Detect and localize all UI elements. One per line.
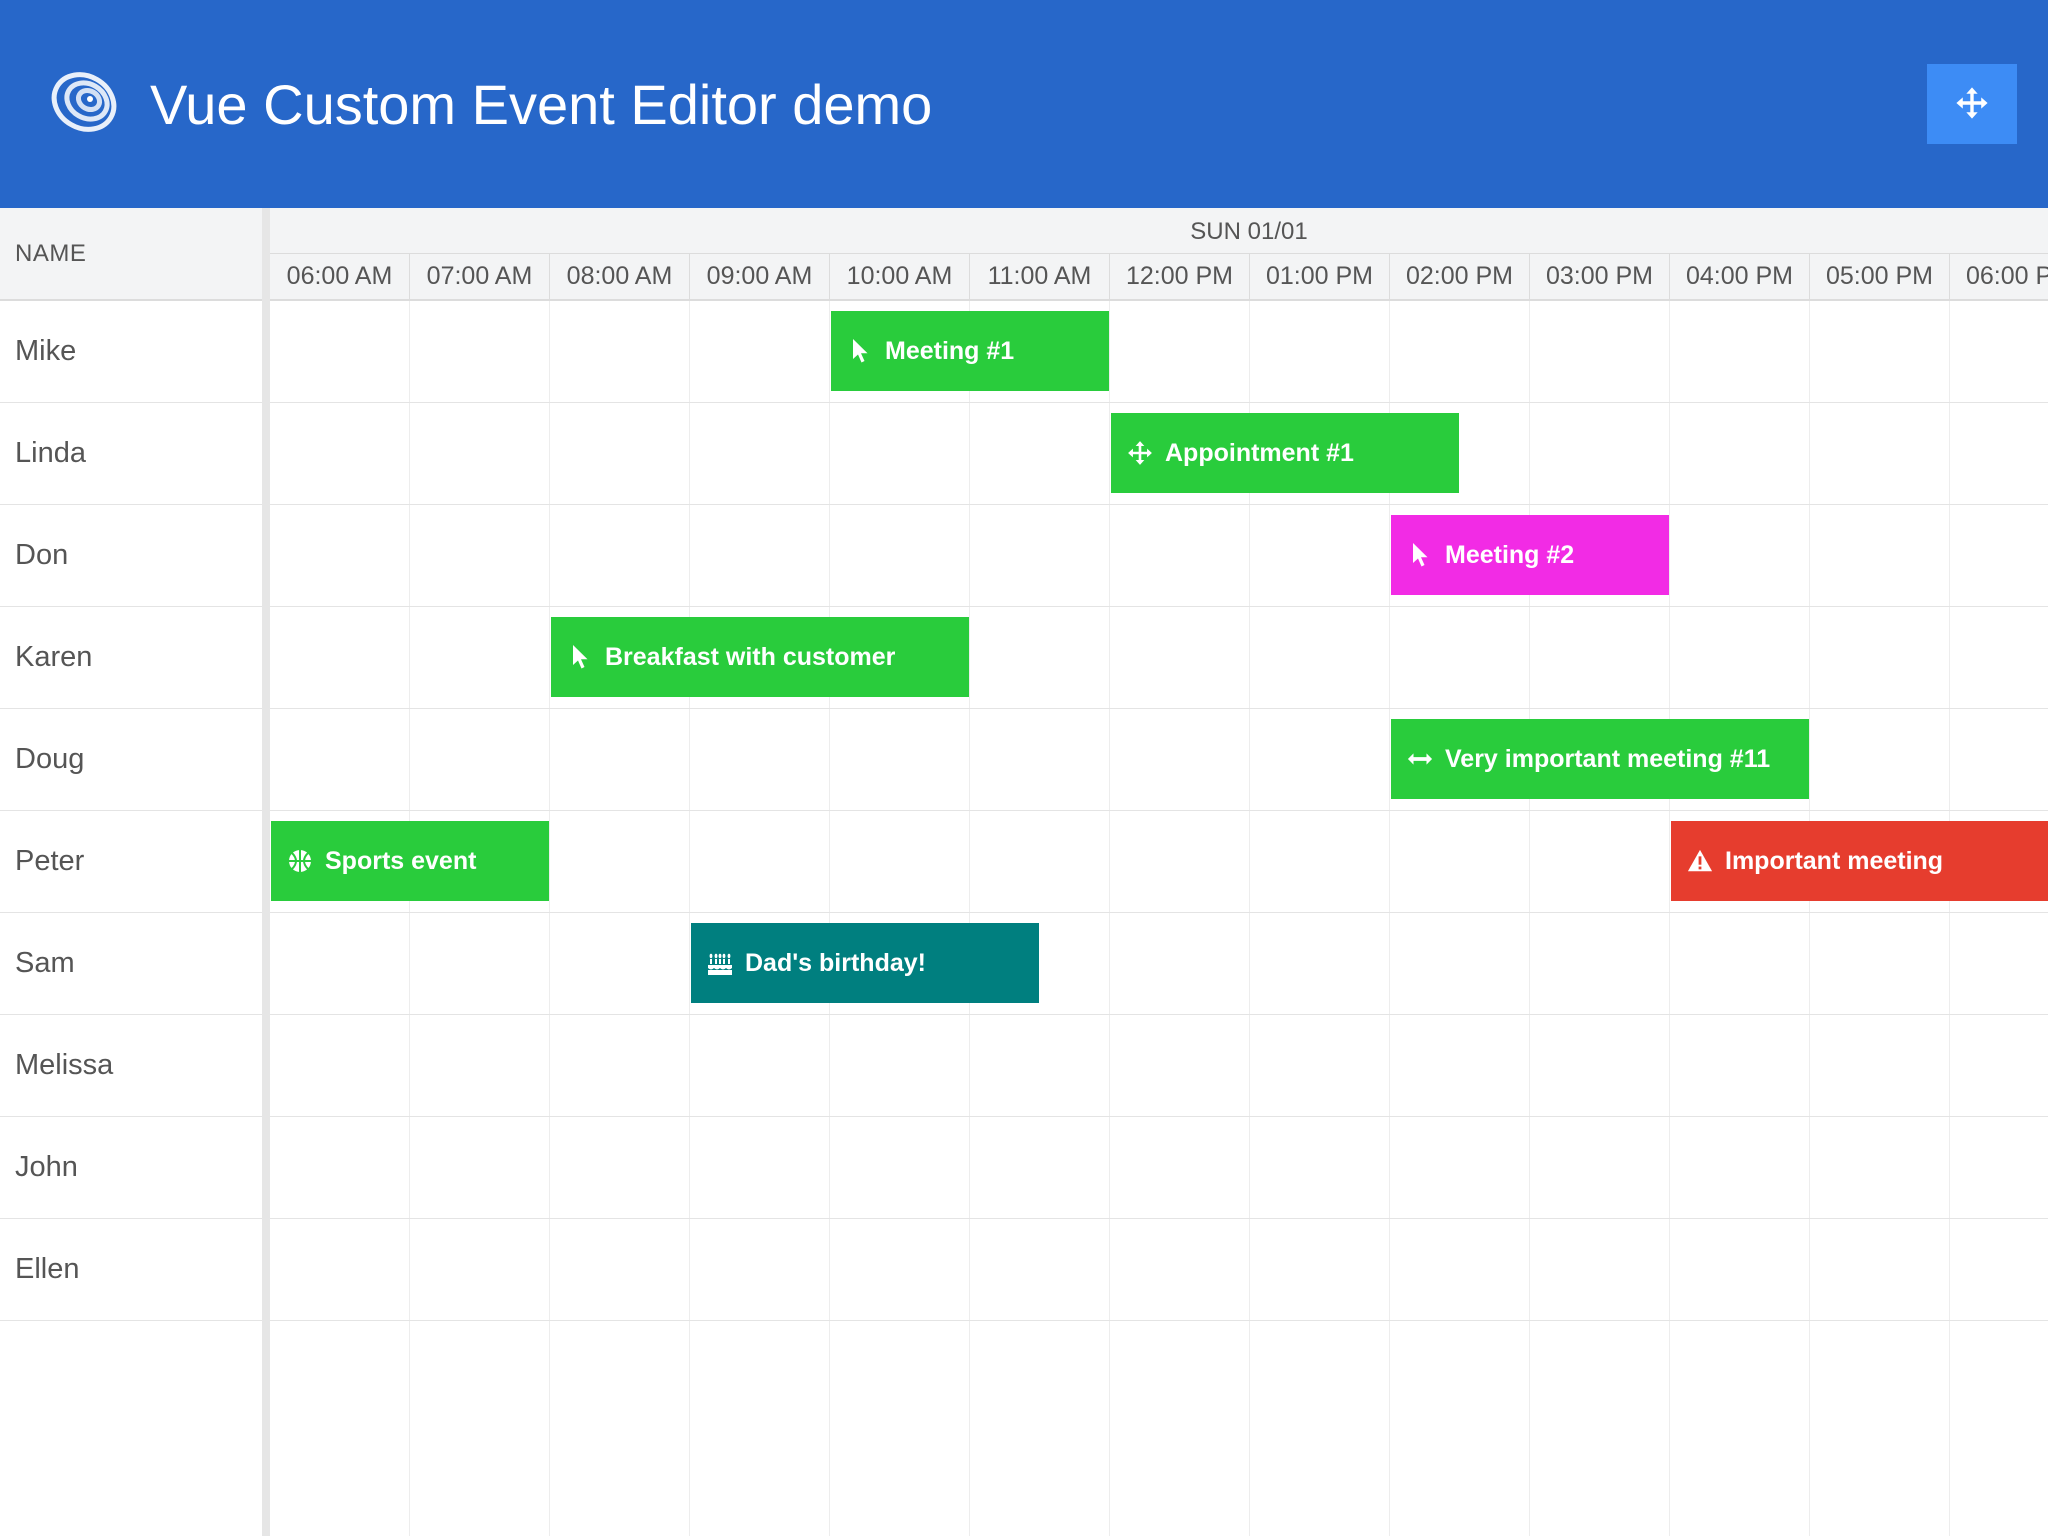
event-appointment-1[interactable]: Appointment #1 xyxy=(1111,413,1459,493)
scheduler: NAME Mike Linda Don Karen Doug Peter Sam Meliss… xyxy=(0,208,2048,1536)
basketball-icon xyxy=(287,848,313,874)
move-button[interactable] xyxy=(1927,64,2017,144)
hour-header-cell: 02:00 PM xyxy=(1390,254,1530,299)
grid-row-line xyxy=(270,810,2048,811)
timeline: SUN 01/01 06:00 AM 07:00 AM 08:00 AM 09:00 … xyxy=(270,208,2048,1536)
grid-column-line xyxy=(689,301,690,1536)
hour-header-cell: 07:00 AM xyxy=(410,254,550,299)
hour-header-cell: 08:00 AM xyxy=(550,254,690,299)
date-header: SUN 01/01 xyxy=(270,208,2048,254)
grid-row-line xyxy=(270,708,2048,709)
pointer-icon xyxy=(567,644,593,670)
grid-column-line xyxy=(1109,301,1110,1536)
event-meeting-1[interactable]: Meeting #1 xyxy=(831,311,1109,391)
resource-name: Ellen xyxy=(15,1253,80,1285)
grid-column-line xyxy=(969,301,970,1536)
move-icon xyxy=(1127,440,1153,466)
grid-row-line xyxy=(270,606,2048,607)
column-splitter[interactable] xyxy=(262,208,270,1536)
event-breakfast-with-customer[interactable]: Breakfast with customer xyxy=(551,617,969,697)
event-meeting-2[interactable]: Meeting #2 xyxy=(1391,515,1669,595)
move-icon xyxy=(1955,86,1989,123)
resource-row-john[interactable]: John xyxy=(0,1117,262,1219)
grid-row-line xyxy=(270,1014,2048,1015)
resource-name: John xyxy=(15,1151,78,1183)
birthday-cake-icon xyxy=(707,950,733,976)
resource-row-melissa[interactable]: Melissa xyxy=(0,1015,262,1117)
hour-header-cell: 04:00 PM xyxy=(1670,254,1810,299)
resource-name: Doug xyxy=(15,743,85,775)
resource-name: Melissa xyxy=(15,1049,114,1081)
resource-name: Sam xyxy=(15,947,75,979)
grid-column-line xyxy=(1529,301,1530,1536)
resource-row-mike[interactable]: Mike xyxy=(0,301,262,403)
resource-row-don[interactable]: Don xyxy=(0,505,262,607)
event-label: Very important meeting #11 xyxy=(1445,744,1771,773)
date-label: SUN 01/01 xyxy=(1190,218,1308,245)
resource-column: NAME Mike Linda Don Karen Doug Peter Sam Meliss… xyxy=(0,208,262,1536)
warning-icon xyxy=(1687,848,1713,874)
grid-column-line xyxy=(1669,301,1670,1536)
app-title: Vue Custom Event Editor demo xyxy=(150,73,933,136)
grid-column-line xyxy=(409,301,410,1536)
grid-column-line xyxy=(549,301,550,1536)
event-label: Important meeting xyxy=(1725,846,1944,875)
event-label: Dad's birthday! xyxy=(745,948,926,977)
grid-row-line xyxy=(270,1218,2048,1219)
resource-name: Linda xyxy=(15,437,86,469)
pointer-icon xyxy=(1407,542,1433,568)
event-label: Appointment #1 xyxy=(1165,438,1354,467)
grid-row-line xyxy=(270,912,2048,913)
event-sports-event[interactable]: Sports event xyxy=(271,821,549,901)
app-header: Vue Custom Event Editor demo xyxy=(0,0,2048,208)
grid-row-line xyxy=(270,504,2048,505)
resource-row-sam[interactable]: Sam xyxy=(0,913,262,1015)
name-column-header-label: NAME xyxy=(15,240,87,267)
hour-header-cell: 05:00 PM xyxy=(1810,254,1950,299)
grid-column-line xyxy=(829,301,830,1536)
grid-row-line xyxy=(270,1320,2048,1321)
event-important-meeting[interactable]: Important meeting xyxy=(1671,821,2048,901)
event-label: Breakfast with customer xyxy=(605,642,896,671)
hour-header-cell: 06:00 AM xyxy=(270,254,410,299)
grid-row-line xyxy=(270,1116,2048,1117)
event-dad-s-birthday[interactable]: Dad's birthday! xyxy=(691,923,1039,1003)
hour-header-cell: 10:00 AM xyxy=(830,254,970,299)
hour-header-cell: 01:00 PM xyxy=(1250,254,1390,299)
resource-name: Mike xyxy=(15,335,77,367)
pointer-icon xyxy=(847,338,873,364)
event-very-important-meeting-11[interactable]: Very important meeting #11 xyxy=(1391,719,1809,799)
resource-row-linda[interactable]: Linda xyxy=(0,403,262,505)
resource-row-doug[interactable]: Doug xyxy=(0,709,262,811)
resource-name: Don xyxy=(15,539,69,571)
event-label: Sports event xyxy=(325,846,477,875)
grid-row-line xyxy=(270,402,2048,403)
hour-header-cell: 09:00 AM xyxy=(690,254,830,299)
hour-header: 06:00 AM 07:00 AM 08:00 AM 09:00 AM 10:00 AM… xyxy=(270,254,2048,301)
resource-row-karen[interactable]: Karen xyxy=(0,607,262,709)
hour-header-cell: 03:00 PM xyxy=(1530,254,1670,299)
name-column-header: NAME xyxy=(0,208,262,301)
hour-header-cell: 12:00 PM xyxy=(1110,254,1250,299)
hour-header-cell: 11:00 AM xyxy=(970,254,1110,299)
spiral-logo-icon xyxy=(44,62,120,138)
resource-row-ellen[interactable]: Ellen xyxy=(0,1219,262,1321)
resource-name: Karen xyxy=(15,641,93,673)
grid-column-line xyxy=(1809,301,1810,1536)
event-label: Meeting #2 xyxy=(1445,540,1575,569)
resource-name: Peter xyxy=(15,845,85,877)
resource-row-peter[interactable]: Peter xyxy=(0,811,262,913)
event-label: Meeting #1 xyxy=(885,336,1015,365)
resize-horizontal-icon xyxy=(1407,746,1433,772)
grid-column-line xyxy=(1949,301,1950,1536)
hour-header-cell: 06:00 PM xyxy=(1950,254,2048,299)
